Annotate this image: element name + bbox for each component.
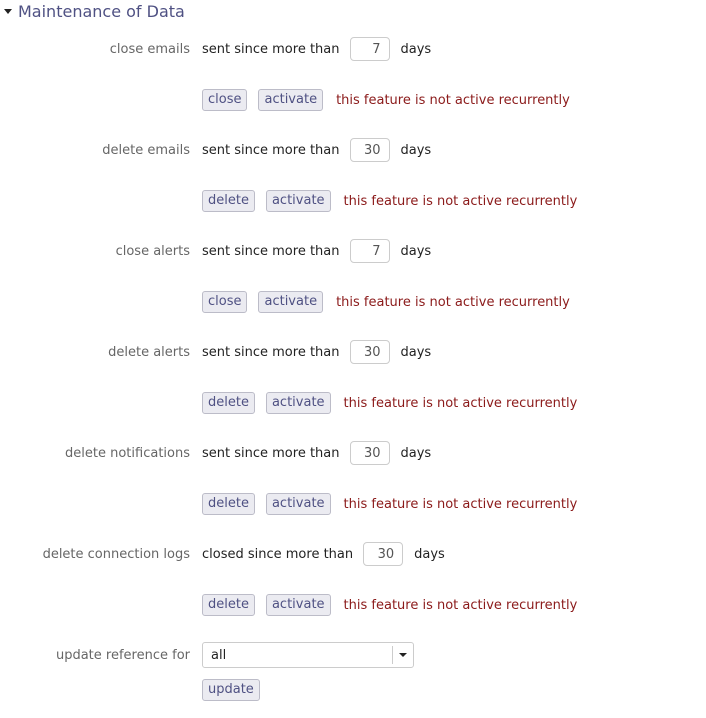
days-input[interactable] <box>349 239 390 263</box>
select-value: all <box>211 647 227 663</box>
row-label: delete alerts <box>108 344 190 360</box>
row-label: delete notifications <box>65 445 190 461</box>
delete-alerts-row: delete alerts sent since more than days <box>0 338 706 366</box>
update-button[interactable]: update <box>202 679 260 701</box>
status-text: this feature is not active recurrently <box>343 496 578 512</box>
delete-emails-actions: delete activate this feature is not acti… <box>0 187 706 215</box>
activate-button[interactable]: activate <box>265 493 331 515</box>
unit-text: days <box>400 243 432 259</box>
row-label: delete emails <box>102 142 190 158</box>
criteria-text: sent since more than <box>202 344 340 360</box>
close-emails-row: close emails sent since more than days <box>0 35 706 63</box>
close-alerts-row: close alerts sent since more than days <box>0 237 706 265</box>
unit-text: days <box>400 41 432 57</box>
unit-text: days <box>400 445 432 461</box>
days-input[interactable] <box>349 340 390 364</box>
days-input[interactable] <box>363 542 404 566</box>
unit-text: days <box>400 344 432 360</box>
delete-button[interactable]: delete <box>202 493 255 515</box>
close-emails-actions: close activate this feature is not activ… <box>0 86 706 114</box>
days-input[interactable] <box>349 37 390 61</box>
update-reference-actions: update <box>0 676 706 704</box>
delete-connection-logs-row: delete connection logs closed since more… <box>0 540 706 568</box>
delete-button[interactable]: delete <box>202 190 255 212</box>
close-button[interactable]: close <box>202 291 248 313</box>
reference-select[interactable]: all <box>202 642 414 668</box>
activate-button[interactable]: activate <box>265 392 331 414</box>
close-button[interactable]: close <box>202 89 248 111</box>
caret-down-icon <box>4 9 12 14</box>
delete-button[interactable]: delete <box>202 392 255 414</box>
close-alerts-actions: close activate this feature is not activ… <box>0 288 706 316</box>
days-input[interactable] <box>349 138 390 162</box>
criteria-text: sent since more than <box>202 445 340 461</box>
row-label: delete connection logs <box>42 546 190 562</box>
status-text: this feature is not active recurrently <box>343 597 578 613</box>
update-reference-row: update reference for all <box>0 641 706 669</box>
criteria-text: sent since more than <box>202 243 340 259</box>
activate-button[interactable]: activate <box>258 291 324 313</box>
delete-connection-logs-actions: delete activate this feature is not acti… <box>0 591 706 619</box>
delete-notifications-actions: delete activate this feature is not acti… <box>0 490 706 518</box>
days-input[interactable] <box>349 441 390 465</box>
activate-button[interactable]: activate <box>258 89 324 111</box>
status-text: this feature is not active recurrently <box>336 294 570 310</box>
dropdown-arrow-icon[interactable] <box>392 646 413 664</box>
criteria-text: closed since more than <box>202 546 354 562</box>
unit-text: days <box>414 546 445 562</box>
section-toggle[interactable]: Maintenance of Data <box>4 0 185 22</box>
row-label: close alerts <box>115 243 190 259</box>
row-label: close emails <box>109 41 190 57</box>
delete-button[interactable]: delete <box>202 594 255 616</box>
delete-emails-row: delete emails sent since more than days <box>0 136 706 164</box>
activate-button[interactable]: activate <box>265 594 331 616</box>
row-label: update reference for <box>55 647 190 663</box>
criteria-text: sent since more than <box>202 142 340 158</box>
delete-notifications-row: delete notifications sent since more tha… <box>0 439 706 467</box>
section-title: Maintenance of Data <box>18 1 185 21</box>
criteria-text: sent since more than <box>202 41 340 57</box>
status-text: this feature is not active recurrently <box>336 92 570 108</box>
status-text: this feature is not active recurrently <box>343 395 578 411</box>
status-text: this feature is not active recurrently <box>343 193 578 209</box>
activate-button[interactable]: activate <box>265 190 331 212</box>
unit-text: days <box>400 142 432 158</box>
delete-alerts-actions: delete activate this feature is not acti… <box>0 389 706 417</box>
